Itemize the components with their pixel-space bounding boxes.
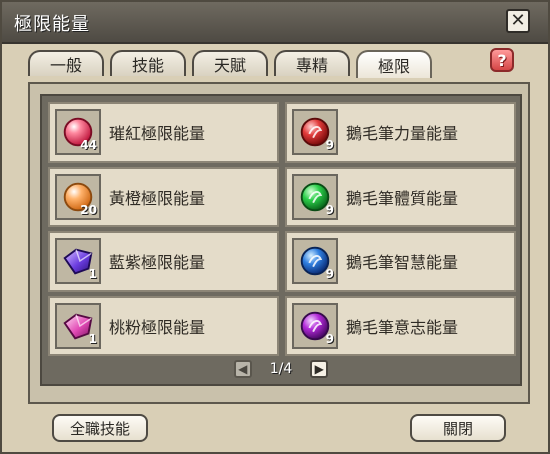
item-cell[interactable]: 1 桃粉極限能量 [48,295,279,356]
close-button[interactable]: 關閉 [410,414,506,442]
close-icon: ✕ [510,10,526,31]
item-cell[interactable]: 9 鵝毛筆體質能量 [285,166,516,227]
titlebar: 極限能量 ✕ [2,2,548,44]
question-icon: ? [497,50,507,70]
item-slot[interactable]: 20 [55,173,101,220]
tab-general[interactable]: 一般 [28,50,104,76]
item-count: 9 [325,138,334,153]
item-slot[interactable]: 1 [55,302,101,349]
item-count: 9 [325,202,334,217]
item-name: 鵝毛筆力量能量 [346,124,459,144]
item-cell[interactable]: 1 藍紫極限能量 [48,231,279,292]
item-slot[interactable]: 1 [55,238,101,285]
tab-specialization[interactable]: 專精 [274,50,350,76]
help-button[interactable]: ? [490,48,514,72]
item-count: 44 [80,138,97,153]
tab-bar: 一般 技能 天賦 專精 極限 [28,50,432,78]
extreme-energy-window: 極限能量 ✕ 一般 技能 天賦 專精 極限 ? 44 璀紅極限能量 9 鵝毛筆力… [0,0,550,454]
item-cell[interactable]: 9 鵝毛筆意志能量 [285,295,516,356]
item-slot[interactable]: 9 [292,109,338,156]
item-name: 鵝毛筆智慧能量 [346,253,459,273]
item-name: 藍紫極限能量 [109,253,206,273]
item-name: 鵝毛筆體質能量 [346,188,459,208]
item-cell[interactable]: 44 璀紅極限能量 [48,102,279,163]
tab-talents[interactable]: 天賦 [192,50,268,76]
next-page-button[interactable]: ▶ [310,360,329,378]
item-slot[interactable]: 44 [55,109,101,156]
item-slot[interactable]: 9 [292,302,338,349]
item-count: 1 [88,331,97,346]
all-class-skills-button[interactable]: 全職技能 [52,414,148,442]
close-window-button[interactable]: ✕ [506,9,530,33]
item-name: 黃橙極限能量 [109,188,206,208]
item-panel: 44 璀紅極限能量 9 鵝毛筆力量能量 20 黃橙極限能量 9 鵝毛筆體質能量 … [28,82,530,404]
item-slot[interactable]: 9 [292,173,338,220]
item-count: 9 [325,267,334,282]
item-count: 1 [88,267,97,282]
item-count: 20 [80,202,97,217]
chevron-right-icon: ▶ [314,362,324,376]
prev-page-button[interactable]: ◀ [233,360,252,378]
tab-extreme[interactable]: 極限 [356,50,432,78]
tab-skills[interactable]: 技能 [110,50,186,76]
window-title: 極限能量 [14,14,90,35]
item-cell[interactable]: 9 鵝毛筆力量能量 [285,102,516,163]
item-grid: 44 璀紅極限能量 9 鵝毛筆力量能量 20 黃橙極限能量 9 鵝毛筆體質能量 … [48,102,516,356]
item-name: 桃粉極限能量 [109,317,206,337]
item-list-area: 44 璀紅極限能量 9 鵝毛筆力量能量 20 黃橙極限能量 9 鵝毛筆體質能量 … [40,94,522,386]
item-slot[interactable]: 9 [292,238,338,285]
item-name: 鵝毛筆意志能量 [346,317,459,337]
chevron-left-icon: ◀ [238,362,248,376]
page-indicator: 1/4 [269,361,293,377]
item-name: 璀紅極限能量 [109,124,206,144]
item-cell[interactable]: 20 黃橙極限能量 [48,166,279,227]
item-cell[interactable]: 9 鵝毛筆智慧能量 [285,231,516,292]
item-count: 9 [325,331,334,346]
pager: ◀ 1/4 ▶ [42,360,520,378]
